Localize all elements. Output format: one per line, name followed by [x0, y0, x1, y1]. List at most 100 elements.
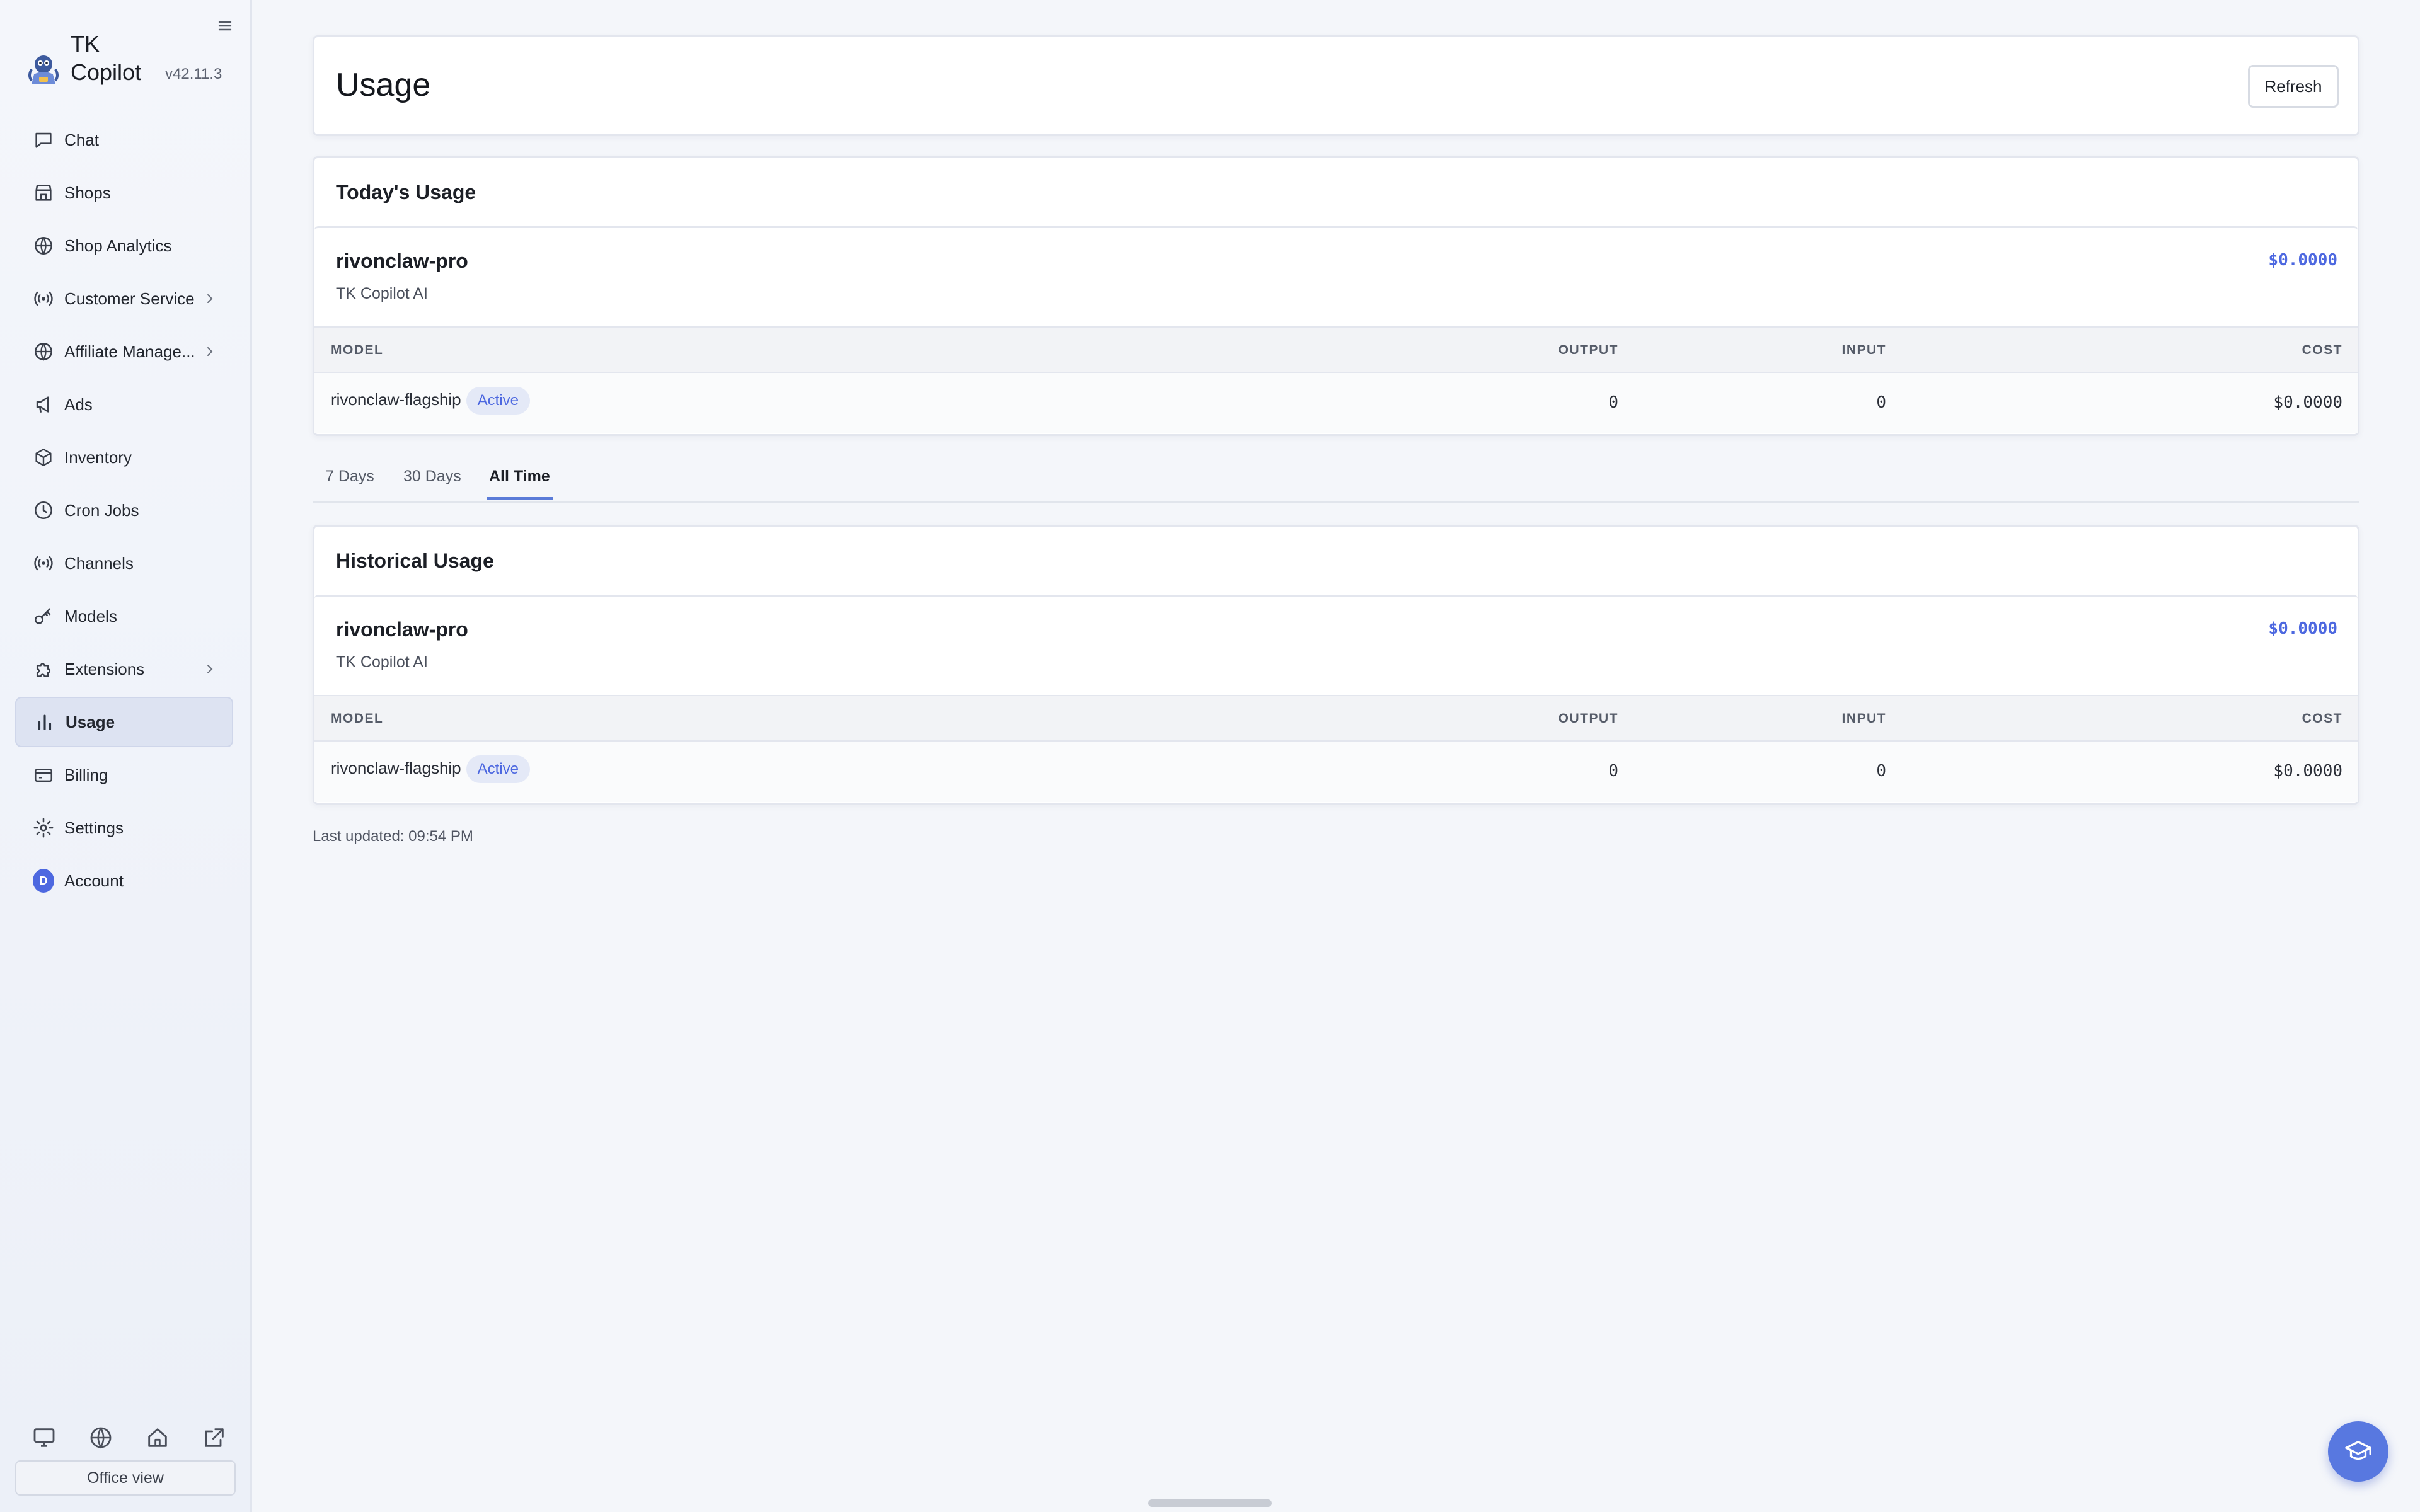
box-icon	[35, 449, 52, 466]
sidebar-item-affiliate-management[interactable]: Affiliate Manage...	[15, 326, 233, 377]
model-cell: rivonclaw-flagship Active	[331, 755, 531, 783]
sidebar-item-settings[interactable]: Settings	[15, 803, 233, 853]
model-cell: rivonclaw-flagship Active	[331, 387, 531, 415]
sidebar-item-extensions[interactable]: Extensions	[15, 644, 233, 694]
provider-card: rivonclaw-pro TK Copilot AI $0.0000 MODE…	[314, 595, 2358, 803]
sidebar-item-shops[interactable]: Shops	[15, 168, 233, 218]
column-cost: COST	[2302, 343, 2342, 357]
column-output: OUTPUT	[1558, 343, 1618, 357]
refresh-button[interactable]: Refresh	[2248, 65, 2339, 108]
table-header: MODEL INPUT OUTPUT COST	[314, 695, 2358, 742]
sidebar-item-models[interactable]: Models	[15, 591, 233, 641]
input-cell: 0	[1876, 762, 1886, 781]
sidebar-item-cron-jobs[interactable]: Cron Jobs	[15, 485, 233, 536]
sidebar-item-usage[interactable]: Usage	[15, 697, 233, 747]
sidebar-item-billing[interactable]: Billing	[15, 750, 233, 800]
sidebar-item-channels[interactable]: Channels	[15, 538, 233, 588]
graduation-cap-icon	[2345, 1441, 2371, 1460]
output-cell: 0	[1608, 393, 1618, 412]
sidebar-item-label: Models	[64, 606, 117, 626]
external-link-icon[interactable]	[202, 1425, 227, 1450]
page-title: Usage	[336, 67, 431, 103]
sidebar-item-shop-analytics[interactable]: Shop Analytics	[15, 220, 233, 271]
puzzle-icon	[36, 663, 50, 677]
avatar-icon: D	[33, 869, 54, 893]
section-title: Historical Usage	[336, 549, 494, 572]
column-input: INPUT	[1841, 343, 1886, 357]
historical-usage-section: Historical Usage rivonclaw-pro TK Copilo…	[313, 525, 2360, 805]
sidebar-item-account[interactable]: D Account	[15, 856, 233, 906]
column-input: INPUT	[1841, 711, 1886, 726]
avatar: D	[33, 869, 54, 893]
provider-name: rivonclaw-pro	[336, 249, 468, 272]
tab-7-days[interactable]: 7 Days	[323, 467, 377, 497]
todays-usage-section: Today's Usage rivonclaw-pro TK Copilot A…	[313, 156, 2360, 436]
sidebar-item-customer-service[interactable]: Customer Service	[15, 273, 233, 324]
column-model: MODEL	[331, 343, 384, 357]
provider-total-cost: $0.0000	[2268, 619, 2337, 638]
table-row: rivonclaw-flagship Active 0 0 $0.0000	[314, 742, 2358, 802]
provider-total-cost: $0.0000	[2268, 251, 2337, 270]
broadcast-icon	[34, 291, 53, 306]
tab-30-days[interactable]: 30 Days	[401, 467, 464, 497]
column-cost: COST	[2302, 711, 2342, 726]
sidebar-item-inventory[interactable]: Inventory	[15, 432, 233, 483]
sidebar-item-label: Channels	[64, 553, 134, 573]
last-updated-text: Last updated: 09:54 PM	[313, 828, 473, 845]
collapse-sidebar-icon[interactable]	[216, 16, 234, 35]
sidebar-item-label: Inventory	[64, 447, 132, 467]
section-title: Today's Usage	[336, 181, 476, 203]
sidebar-item-label: Extensions	[64, 659, 145, 679]
sidebar: TK Copilot v42.11.3 Chat Shops Shop Anal…	[0, 0, 252, 1512]
time-range-tabs: 7 Days 30 Days All Time	[313, 464, 2360, 503]
output-cell: 0	[1608, 762, 1618, 781]
sidebar-item-label: Usage	[66, 712, 115, 731]
globe-icon[interactable]	[88, 1425, 113, 1450]
chevron-right-icon	[207, 294, 213, 303]
app-version: v42.11.3	[165, 66, 222, 83]
chevron-right-icon	[207, 347, 213, 356]
clock-icon	[34, 501, 53, 520]
sidebar-item-ads[interactable]: Ads	[15, 379, 233, 430]
home-icon[interactable]	[145, 1425, 170, 1450]
provider-subtitle: TK Copilot AI	[336, 653, 428, 671]
page-header: Usage Refresh	[313, 35, 2360, 136]
sidebar-item-label: Account	[64, 871, 124, 890]
shop-icon	[35, 185, 52, 201]
monitor-icon[interactable]	[32, 1425, 57, 1450]
globe-icon	[34, 342, 53, 362]
bar-chart-icon	[38, 714, 52, 730]
sidebar-item-label: Affiliate Manage...	[64, 341, 195, 361]
app-logo	[28, 55, 59, 84]
help-button[interactable]	[2328, 1421, 2388, 1482]
billing-icon	[34, 769, 53, 782]
input-cell: 0	[1876, 393, 1886, 412]
table-header: MODEL INPUT OUTPUT COST	[314, 326, 2358, 373]
column-output: OUTPUT	[1558, 711, 1618, 726]
horizontal-scrollbar[interactable]	[1148, 1499, 1272, 1507]
gear-icon	[33, 818, 54, 838]
sidebar-item-label: Ads	[64, 394, 93, 414]
sidebar-item-label: Billing	[64, 765, 108, 784]
sidebar-item-label: Customer Service	[64, 289, 195, 308]
megaphone-icon	[36, 396, 49, 413]
sidebar-item-label: Cron Jobs	[64, 500, 139, 520]
office-view-button[interactable]: Office view	[15, 1460, 236, 1496]
provider-name: rivonclaw-pro	[336, 618, 468, 641]
globe-icon	[34, 236, 53, 256]
sidebar-footer-icons	[32, 1425, 227, 1453]
cost-cell: $0.0000	[2273, 762, 2342, 781]
sidebar-item-chat[interactable]: Chat	[15, 115, 233, 165]
provider-subtitle: TK Copilot AI	[336, 285, 428, 302]
sidebar-item-label: Shop Analytics	[64, 236, 172, 255]
brand: TK Copilot v42.11.3	[25, 28, 233, 91]
tab-all-time[interactable]: All Time	[487, 467, 553, 500]
sidebar-item-label: Shops	[64, 183, 111, 202]
status-badge: Active	[466, 755, 531, 783]
app-name: TK Copilot	[71, 31, 142, 85]
model-name: rivonclaw-flagship	[331, 759, 461, 777]
sidebar-item-label: Chat	[64, 130, 99, 149]
sidebar-item-label: Settings	[64, 818, 124, 837]
cost-cell: $0.0000	[2273, 393, 2342, 412]
status-badge: Active	[466, 387, 531, 415]
